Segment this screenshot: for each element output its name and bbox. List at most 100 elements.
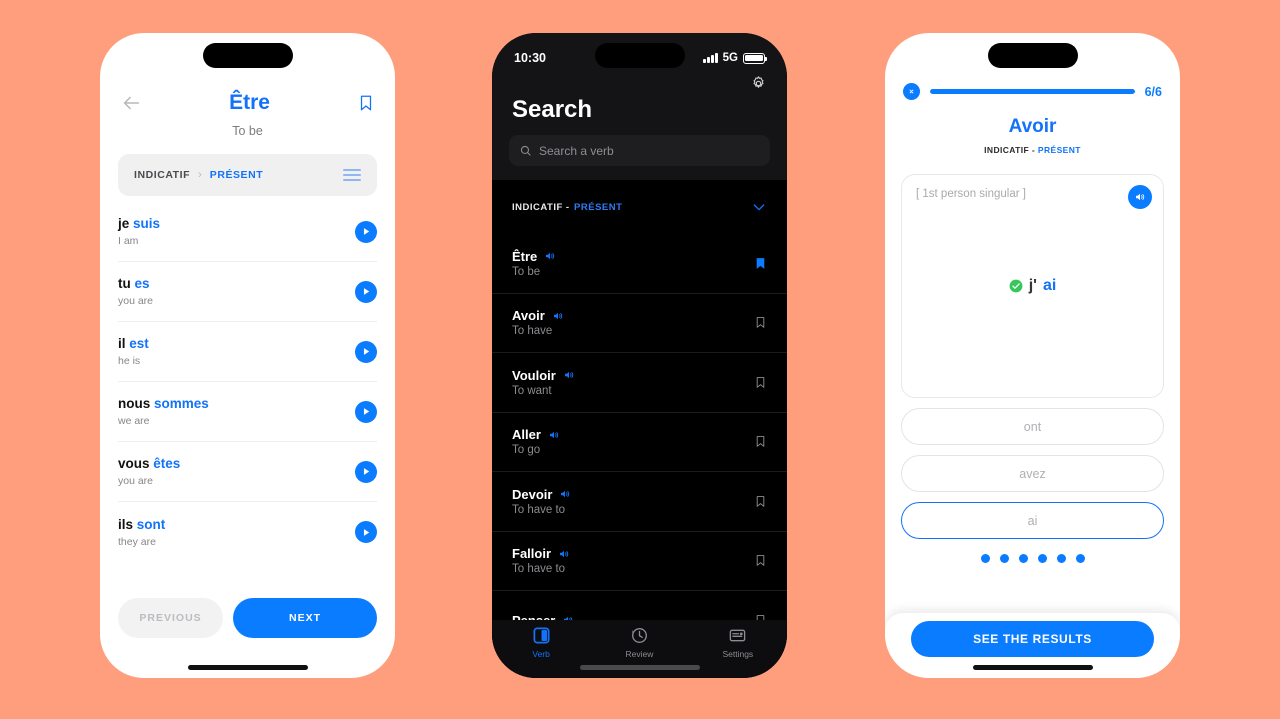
close-circle-icon[interactable] <box>903 83 920 100</box>
speaker-icon[interactable] <box>563 369 576 381</box>
quiz-options: ont avez ai <box>885 398 1180 539</box>
bookmark-outline-icon[interactable] <box>754 314 767 331</box>
tab-label: Review <box>625 649 654 659</box>
search-heading: Search <box>512 96 593 123</box>
verb-list-item[interactable]: Aller To go <box>492 413 787 472</box>
speaker-icon[interactable] <box>544 250 557 262</box>
phone-quiz: 6/6 Avoir INDICATIF - PRÉSENT [ 1st pers… <box>885 33 1180 678</box>
quiz-option[interactable]: ont <box>901 408 1164 445</box>
page-title: Être <box>229 90 270 114</box>
tab-settings[interactable]: Settings <box>689 626 787 659</box>
conjugation-form: vous êtes <box>118 456 355 471</box>
verb-title-line: Devoir <box>512 487 754 502</box>
previous-button[interactable]: PREVIOUS <box>118 598 224 638</box>
conjugated-verb: êtes <box>153 456 181 471</box>
verb-list-item[interactable]: Avoir To have <box>492 294 787 353</box>
quiz-answer-card: [ 1st person singular ] j' ai <box>901 174 1164 398</box>
tab-label: Verb <box>532 649 550 659</box>
conjugation-row[interactable]: tu es you are <box>118 262 377 322</box>
bookmark-outline-icon[interactable] <box>754 433 767 450</box>
conjugation-row[interactable]: vous êtes you are <box>118 442 377 502</box>
pronoun: nous <box>118 396 154 411</box>
search-icon <box>520 145 531 156</box>
pronoun: ils <box>118 516 137 532</box>
verb-list: Être To be Avoir To have Vouloir To want Aller… <box>492 234 787 678</box>
play-circle-icon[interactable] <box>355 220 377 243</box>
speaker-icon[interactable] <box>559 488 572 500</box>
conjugation-form: il est <box>118 336 355 351</box>
history-icon <box>632 628 647 643</box>
tab-review[interactable]: Review <box>590 626 688 659</box>
tab-label: Settings <box>722 649 754 659</box>
gear-icon[interactable] <box>750 75 767 92</box>
next-button[interactable]: NEXT <box>233 598 377 638</box>
verb-title-line: Vouloir <box>512 368 754 383</box>
search-input[interactable]: Search a verb <box>509 135 770 166</box>
verb-list-item[interactable]: Vouloir To want <box>492 353 787 413</box>
arrow-left-icon[interactable] <box>120 92 142 114</box>
play-circle-icon[interactable] <box>355 460 377 483</box>
verb-name: Avoir <box>512 308 545 324</box>
speaker-icon <box>1136 193 1145 201</box>
progress-dot <box>1037 554 1047 563</box>
conjugation-row-text: nous sommes we are <box>118 396 355 427</box>
conjugation-row[interactable]: je suis I am <box>118 202 377 262</box>
bookmark-outline-icon[interactable] <box>754 552 767 569</box>
quiz-progress-dots <box>885 554 1180 563</box>
status-time: 10:30 <box>514 51 546 65</box>
quiz-hint: [ 1st person singular ] <box>916 188 1026 200</box>
verb-name: Être <box>512 248 538 264</box>
tense-label: PRÉSENT <box>209 169 264 181</box>
pronoun: il <box>118 336 130 351</box>
speaker-icon[interactable] <box>548 429 561 441</box>
conjugation-row-text: il est he is <box>118 336 355 367</box>
speaker-icon[interactable] <box>552 310 565 322</box>
conjugation-row[interactable]: nous sommes we are <box>118 382 377 442</box>
pronoun: vous <box>118 456 154 471</box>
list-menu-icon[interactable] <box>343 169 361 181</box>
see-results-button[interactable]: SEE THE RESULTS <box>911 621 1154 657</box>
bookmark-filled-icon[interactable] <box>754 255 767 272</box>
conjugation-row-text: ils sont they are <box>118 517 355 548</box>
verb-list-item[interactable]: Falloir To have to <box>492 532 787 591</box>
translation: they are <box>118 535 156 548</box>
conjugation-row[interactable]: il est he is <box>118 322 377 382</box>
bookmark-outline-icon[interactable] <box>754 374 767 391</box>
conjugation-form: tu es <box>118 276 355 291</box>
play-circle-icon[interactable] <box>355 280 377 303</box>
cellular-bars-icon <box>703 53 718 63</box>
close-icon <box>909 89 914 94</box>
play-circle-icon[interactable] <box>355 521 377 543</box>
tense-selector[interactable]: INDICATIF › PRÉSENT <box>118 154 377 196</box>
verb-translation: To have to <box>512 503 566 516</box>
settings-button[interactable] <box>492 71 787 92</box>
conjugation-row[interactable]: ils sont they are <box>118 502 377 562</box>
verb-translation: To go <box>512 444 541 457</box>
verb-title-line: Être <box>512 249 754 264</box>
chevron-down-icon[interactable] <box>751 199 767 215</box>
quiz-verb-title: Avoir <box>1008 116 1057 137</box>
pronoun: tu <box>118 276 135 291</box>
speaker-icon[interactable] <box>558 548 571 560</box>
verb-item-text: Devoir To have to <box>512 487 754 516</box>
verb-item-text: Vouloir To want <box>512 368 754 397</box>
dynamic-island <box>987 43 1078 68</box>
conjugated-verb: sommes <box>154 396 209 411</box>
translation: I am <box>118 235 139 247</box>
tab-verb[interactable]: Verb <box>492 626 590 659</box>
quiz-option[interactable]: avez <box>901 455 1164 492</box>
mood-label: INDICATIF <box>134 169 191 181</box>
filter-bar[interactable]: INDICATIF - PRÉSENT <box>492 180 787 234</box>
verb-translation: To want <box>512 384 552 397</box>
verb-list-item[interactable]: Être To be <box>492 234 787 294</box>
pronoun: je <box>118 216 134 231</box>
conjugation-footer: PREVIOUS NEXT <box>100 598 395 638</box>
translation: you are <box>118 475 154 487</box>
bookmark-outline-icon[interactable] <box>357 92 375 114</box>
quiz-option[interactable]: ai <box>901 502 1164 539</box>
play-circle-icon[interactable] <box>355 400 377 423</box>
verb-list-item[interactable]: Devoir To have to <box>492 472 787 532</box>
play-circle-icon[interactable] <box>355 340 377 363</box>
bookmark-outline-icon[interactable] <box>754 493 767 510</box>
speaker-circle-icon[interactable] <box>1128 185 1152 209</box>
